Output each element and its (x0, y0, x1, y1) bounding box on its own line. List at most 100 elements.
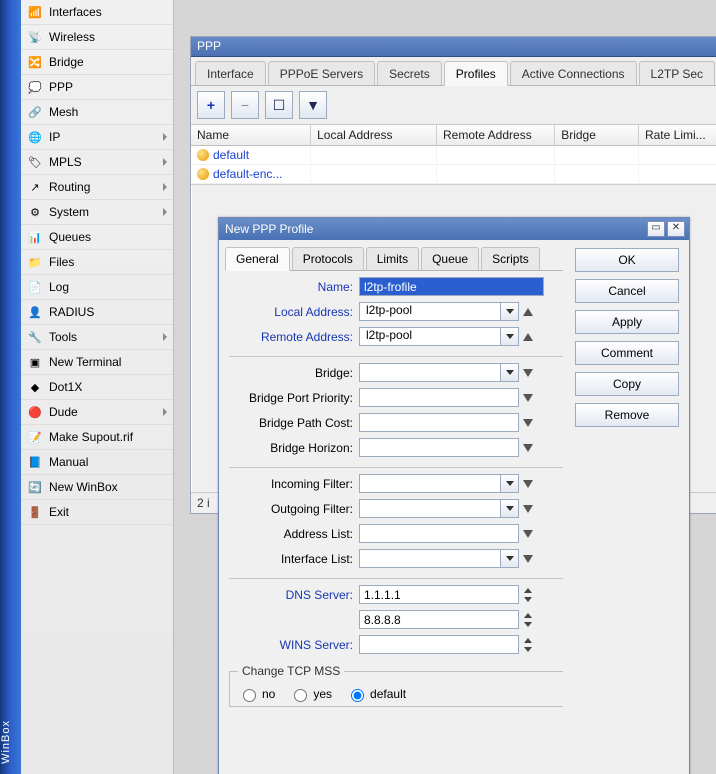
nav-icon: 🔄 (27, 479, 43, 495)
col-remote[interactable]: Remote Address (437, 125, 555, 146)
apply-button[interactable]: Apply (575, 310, 679, 334)
remote-address-expand-icon[interactable] (522, 327, 533, 346)
table-row[interactable]: default-enc... (191, 165, 716, 184)
nav-radius[interactable]: 👤RADIUS (21, 300, 173, 325)
nav-mesh[interactable]: 🔗Mesh (21, 100, 173, 125)
nav-new-terminal[interactable]: ▣New Terminal (21, 350, 173, 375)
dns2-spinner[interactable] (522, 611, 534, 629)
bridge-dropdown[interactable] (500, 364, 518, 381)
bridge-port-priority-field[interactable] (359, 388, 519, 407)
remove-button[interactable]: Remove (575, 403, 679, 427)
ppp-tab-secrets[interactable]: Secrets (377, 61, 442, 85)
remote-address-dropdown[interactable] (500, 328, 518, 345)
bridge-path-cost-field[interactable] (359, 413, 519, 432)
bpc-collapse-icon[interactable] (522, 413, 533, 432)
nav-manual[interactable]: 📘Manual (21, 450, 173, 475)
nav-log[interactable]: 📄Log (21, 275, 173, 300)
window-close-button[interactable]: ✕ (667, 221, 685, 237)
comment-button[interactable]: Comment (575, 341, 679, 365)
nav-mpls[interactable]: 🏷MPLS (21, 150, 173, 175)
ppp-tab-l2tp-sec[interactable]: L2TP Sec (639, 61, 715, 85)
wins-server-field[interactable] (359, 635, 519, 654)
ppp-tab-profiles[interactable]: Profiles (444, 61, 508, 86)
bridge-combo[interactable] (359, 363, 519, 382)
window-restore-button[interactable]: ▭ (647, 221, 665, 237)
dns-server-2-field[interactable] (359, 610, 519, 629)
nav-dude[interactable]: 🔴Dude (21, 400, 173, 425)
ppp-tab-active-connections[interactable]: Active Connections (510, 61, 637, 85)
nav-wireless[interactable]: 📡Wireless (21, 25, 173, 50)
incoming-filter-collapse-icon[interactable] (522, 474, 533, 493)
nav-dot1x[interactable]: ◆Dot1X (21, 375, 173, 400)
outgoing-filter-collapse-icon[interactable] (522, 499, 533, 518)
col-rate[interactable]: Rate Limi... (639, 125, 716, 146)
mss-yes-radio[interactable] (294, 689, 307, 702)
nav-exit[interactable]: 🚪Exit (21, 500, 173, 525)
local-address-dropdown[interactable] (500, 303, 518, 320)
interface-list-combo[interactable] (359, 549, 519, 568)
interface-list-dropdown[interactable] (500, 550, 518, 567)
col-local[interactable]: Local Address (311, 125, 437, 146)
bridge-horizon-field[interactable] (359, 438, 519, 457)
dns-server-1-field[interactable] (359, 585, 519, 604)
nav-routing[interactable]: ↗Routing (21, 175, 173, 200)
remove-button[interactable]: − (231, 91, 259, 119)
name-field[interactable] (359, 277, 544, 296)
dialog-titlebar[interactable]: New PPP Profile ▭ ✕ (219, 218, 689, 240)
dns1-spinner[interactable] (522, 586, 534, 604)
ppp-tab-pppoe-servers[interactable]: PPPoE Servers (268, 61, 375, 85)
dialog-tab-scripts[interactable]: Scripts (481, 247, 540, 270)
winbox-vertical-label: WinBox (0, 720, 16, 764)
enable-button[interactable]: ☐ (265, 91, 293, 119)
wins-spinner[interactable] (522, 636, 534, 654)
change-tcp-mss-group: Change TCP MSS no yes default (229, 664, 563, 707)
bridge-collapse-icon[interactable] (522, 363, 533, 382)
nav-queues[interactable]: 📊Queues (21, 225, 173, 250)
nav-ip[interactable]: 🌐IP (21, 125, 173, 150)
nav-interfaces[interactable]: 📶Interfaces (21, 0, 173, 25)
ok-button[interactable]: OK (575, 248, 679, 272)
nav-tools[interactable]: 🔧Tools (21, 325, 173, 350)
mss-default-option[interactable]: default (346, 686, 406, 702)
remote-address-combo[interactable]: l2tp-pool (359, 327, 519, 346)
nav-system[interactable]: ⚙System (21, 200, 173, 225)
cancel-button[interactable]: Cancel (575, 279, 679, 303)
table-row[interactable]: default (191, 146, 716, 165)
local-address-combo[interactable]: l2tp-pool (359, 302, 519, 321)
address-list-field[interactable] (359, 524, 519, 543)
row-name[interactable]: default-enc... (213, 167, 282, 181)
mss-no-option[interactable]: no (238, 686, 275, 702)
address-list-collapse-icon[interactable] (522, 524, 533, 543)
dialog-tab-limits[interactable]: Limits (366, 247, 419, 270)
mss-no-radio[interactable] (243, 689, 256, 702)
nav-bridge[interactable]: 🔀Bridge (21, 50, 173, 75)
outgoing-filter-dropdown[interactable] (500, 500, 518, 517)
col-name[interactable]: Name (191, 125, 311, 146)
row-name[interactable]: default (213, 148, 249, 162)
ppp-tab-interface[interactable]: Interface (195, 61, 266, 85)
incoming-filter-combo[interactable] (359, 474, 519, 493)
nav-label: RADIUS (49, 305, 94, 319)
dialog-tab-general[interactable]: General (225, 247, 290, 271)
nav-new-winbox[interactable]: 🔄New WinBox (21, 475, 173, 500)
filter-button[interactable]: ▼ (299, 91, 327, 119)
left-nav: 📶Interfaces📡Wireless🔀Bridge💭PPP🔗Mesh🌐IP🏷… (21, 0, 174, 774)
interface-list-collapse-icon[interactable] (522, 549, 533, 568)
bh-collapse-icon[interactable] (522, 438, 533, 457)
new-ppp-profile-dialog: New PPP Profile ▭ ✕ GeneralProtocolsLimi… (218, 217, 690, 774)
add-button[interactable]: + (197, 91, 225, 119)
bpp-collapse-icon[interactable] (522, 388, 533, 407)
dialog-tab-queue[interactable]: Queue (421, 247, 479, 270)
nav-icon: ⚙ (27, 204, 43, 220)
incoming-filter-dropdown[interactable] (500, 475, 518, 492)
col-bridge[interactable]: Bridge (555, 125, 639, 146)
mss-default-radio[interactable] (351, 689, 364, 702)
nav-make-supout-rif[interactable]: 📝Make Supout.rif (21, 425, 173, 450)
nav-files[interactable]: 📁Files (21, 250, 173, 275)
nav-ppp[interactable]: 💭PPP (21, 75, 173, 100)
dialog-tab-protocols[interactable]: Protocols (292, 247, 364, 270)
local-address-expand-icon[interactable] (522, 302, 533, 321)
mss-yes-option[interactable]: yes (289, 686, 332, 702)
copy-button[interactable]: Copy (575, 372, 679, 396)
outgoing-filter-combo[interactable] (359, 499, 519, 518)
